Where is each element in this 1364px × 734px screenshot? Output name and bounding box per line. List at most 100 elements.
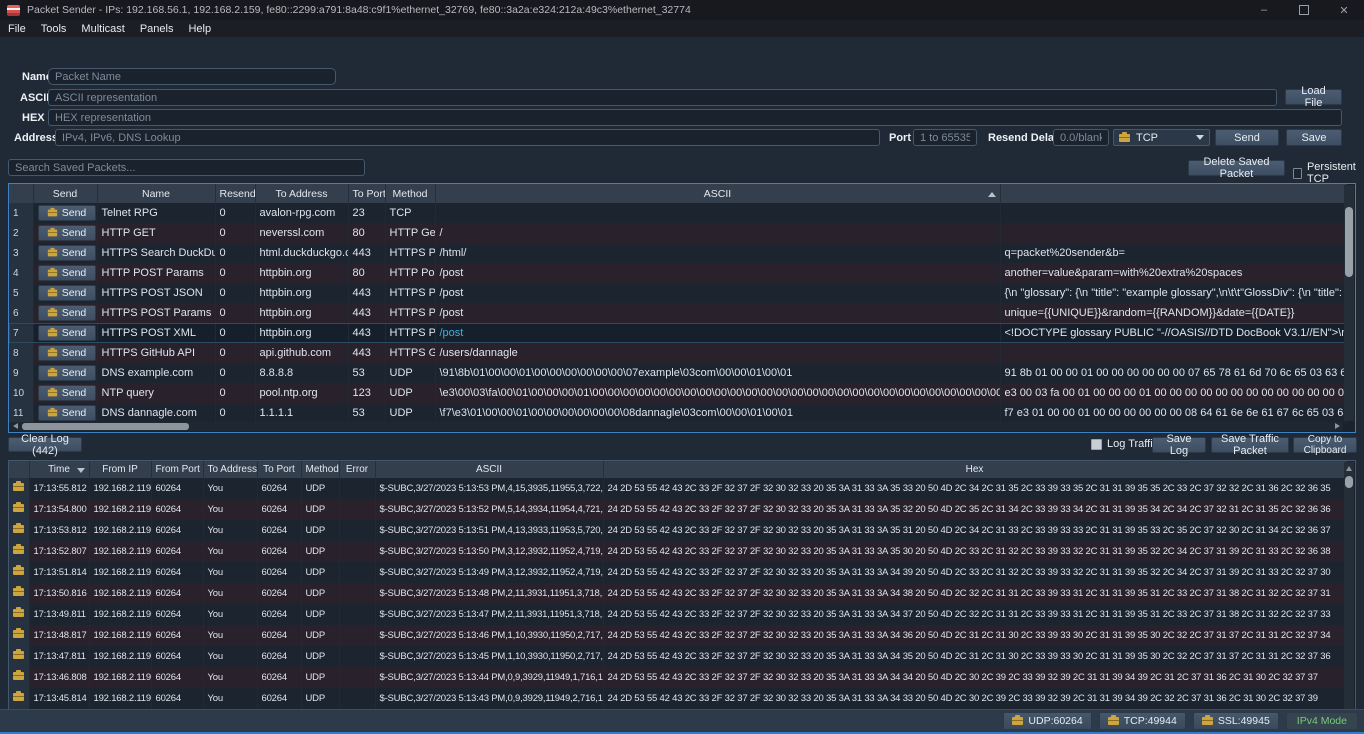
log-col-header-from-port[interactable]: From Port — [151, 461, 203, 478]
log-row-icon-cell[interactable] — [9, 541, 29, 562]
cell-ascii[interactable]: \91\8b\01\00\00\01\00\00\00\00\00\00\07e… — [435, 363, 1000, 383]
cell-method[interactable]: HTTPS Get — [385, 343, 435, 363]
send-cell[interactable]: Send — [33, 343, 97, 363]
cell-method[interactable]: UDP — [301, 520, 339, 541]
search-saved-packets-input[interactable] — [8, 159, 365, 176]
cell-name[interactable]: HTTPS POST XML — [97, 323, 215, 343]
scrollbar-thumb[interactable] — [22, 423, 189, 430]
clear-log-button[interactable]: Clear Log (442) — [8, 437, 82, 452]
cell-time[interactable]: 17:13:50.816 — [29, 583, 89, 604]
cell-method[interactable]: UDP — [301, 499, 339, 520]
cell-hex[interactable]: {\n "glossary": {\n "title": "example gl… — [1000, 283, 1346, 303]
log-col-header-time[interactable]: Time — [29, 461, 89, 478]
cell-method[interactable]: UDP — [301, 667, 339, 688]
row-number[interactable]: 11 — [9, 403, 33, 423]
log-col-header-error[interactable]: Error — [339, 461, 375, 478]
send-cell[interactable]: Send — [33, 303, 97, 323]
cell-to-port[interactable]: 60264 — [257, 499, 301, 520]
cell-name[interactable]: DNS dannagle.com — [97, 403, 215, 423]
close-button[interactable]: ✕ — [1324, 0, 1364, 20]
cell-to-port[interactable]: 443 — [348, 243, 385, 263]
cell-to-port[interactable]: 60264 — [257, 604, 301, 625]
load-file-button[interactable]: Load File — [1285, 89, 1342, 105]
saved-packet-row[interactable]: 8SendHTTPS GitHub API0api.github.com443H… — [9, 343, 1346, 363]
scrollbar-thumb[interactable] — [1345, 207, 1353, 277]
cell-error[interactable] — [339, 562, 375, 583]
log-row-icon-cell[interactable] — [9, 520, 29, 541]
cell-from-ip[interactable]: 192.168.2.119 — [89, 625, 151, 646]
menu-panels[interactable]: Panels — [140, 23, 174, 35]
cell-to-address[interactable]: You — [203, 625, 257, 646]
cell-hex[interactable]: 24 2D 53 55 42 43 2C 33 2F 32 37 2F 32 3… — [603, 667, 1346, 688]
cell-ascii[interactable]: \e3\00\03\fa\00\01\00\00\00\01\00\00\00\… — [435, 383, 1000, 403]
cell-hex[interactable]: e3 00 03 fa 00 01 00 00 00 01 00 00 00 0… — [1000, 383, 1346, 403]
udp-status-button[interactable]: UDP:60264 — [1003, 712, 1091, 730]
cell-from-port[interactable]: 60264 — [151, 478, 203, 499]
cell-hex[interactable]: 24 2D 53 55 42 43 2C 33 2F 32 37 2F 32 3… — [603, 604, 1346, 625]
log-row-icon-cell[interactable] — [9, 667, 29, 688]
cell-to-address[interactable]: You — [203, 478, 257, 499]
cell-time[interactable]: 17:13:55.812 — [29, 478, 89, 499]
address-input[interactable] — [55, 129, 880, 146]
protocol-select[interactable]: TCP — [1113, 129, 1210, 146]
cell-from-port[interactable]: 60264 — [151, 499, 203, 520]
cell-to-address[interactable]: You — [203, 646, 257, 667]
row-number[interactable]: 10 — [9, 383, 33, 403]
cell-to-address[interactable]: 1.1.1.1 — [255, 403, 348, 423]
cell-resend[interactable]: 0 — [215, 303, 255, 323]
cell-to-port[interactable]: 53 — [348, 363, 385, 383]
cell-to-address[interactable]: You — [203, 604, 257, 625]
cell-to-address[interactable]: You — [203, 541, 257, 562]
cell-method[interactable]: UDP — [385, 403, 435, 423]
log-col-header-hex[interactable]: Hex — [603, 461, 1346, 478]
row-number[interactable]: 9 — [9, 363, 33, 383]
row-send-button[interactable]: Send — [38, 305, 96, 321]
log-row-icon-cell[interactable] — [9, 688, 29, 709]
cell-method[interactable]: UDP — [301, 625, 339, 646]
cell-name[interactable]: DNS example.com — [97, 363, 215, 383]
cell-to-address[interactable]: You — [203, 520, 257, 541]
send-button[interactable]: Send — [1215, 129, 1279, 146]
cell-hex[interactable]: <!DOCTYPE glossary PUBLIC "-//OASIS//DTD… — [1000, 323, 1346, 343]
cell-name[interactable]: HTTP GET — [97, 223, 215, 243]
saved-packet-row[interactable]: 6SendHTTPS POST Params0httpbin.org443HTT… — [9, 303, 1346, 323]
cell-resend[interactable]: 0 — [215, 343, 255, 363]
row-number[interactable]: 2 — [9, 223, 33, 243]
cell-resend[interactable]: 0 — [215, 403, 255, 423]
scrollbar-thumb[interactable] — [1345, 476, 1353, 488]
cell-method[interactable]: UDP — [301, 688, 339, 709]
cell-method[interactable]: HTTPS Post — [385, 283, 435, 303]
save-button[interactable]: Save — [1286, 129, 1342, 146]
cell-to-address[interactable]: You — [203, 562, 257, 583]
scroll-right-icon[interactable] — [1335, 423, 1340, 429]
cell-ascii[interactable]: /post — [435, 323, 1000, 343]
cell-method[interactable]: HTTP Get — [385, 223, 435, 243]
cell-resend[interactable]: 0 — [215, 363, 255, 383]
log-row-icon-cell[interactable] — [9, 478, 29, 499]
saved-packets-table[interactable]: SendNameResendTo AddressTo PortMethodASC… — [8, 183, 1356, 433]
cell-hex[interactable]: q=packet%20sender&b= — [1000, 243, 1346, 263]
row-number[interactable]: 3 — [9, 243, 33, 263]
cell-ascii[interactable]: $-SUBC,3/27/2023 5:13:50 PM,3,12,3932,11… — [375, 541, 603, 562]
cell-ascii[interactable]: $-SUBC,3/27/2023 5:13:44 PM,0,9,3929,119… — [375, 667, 603, 688]
cell-from-port[interactable]: 60264 — [151, 688, 203, 709]
cell-ascii[interactable]: \f7\e3\01\00\00\01\00\00\00\00\00\00\08d… — [435, 403, 1000, 423]
cell-hex[interactable]: 24 2D 53 55 42 43 2C 33 2F 32 37 2F 32 3… — [603, 583, 1346, 604]
cell-hex[interactable]: 24 2D 53 55 42 43 2C 33 2F 32 37 2F 32 3… — [603, 625, 1346, 646]
send-cell[interactable]: Send — [33, 283, 97, 303]
row-send-button[interactable]: Send — [38, 365, 96, 381]
cell-from-port[interactable]: 60264 — [151, 604, 203, 625]
cell-ascii[interactable]: $-SUBC,3/27/2023 5:13:45 PM,1,10,3930,11… — [375, 646, 603, 667]
send-cell[interactable]: Send — [33, 203, 97, 223]
cell-resend[interactable]: 0 — [215, 223, 255, 243]
saved-col-header-ascii[interactable]: ASCII — [435, 184, 1000, 203]
menu-file[interactable]: File — [8, 23, 26, 35]
saved-packet-row[interactable]: 1SendTelnet RPG0avalon-rpg.com23TCP — [9, 203, 1346, 223]
cell-time[interactable]: 17:13:47.811 — [29, 646, 89, 667]
ip-mode-button[interactable]: IPv4 Mode — [1286, 712, 1358, 730]
send-cell[interactable]: Send — [33, 243, 97, 263]
cell-from-ip[interactable]: 192.168.2.119 — [89, 604, 151, 625]
saved-col-header-method[interactable]: Method — [385, 184, 435, 203]
cell-name[interactable]: HTTPS GitHub API — [97, 343, 215, 363]
row-send-button[interactable]: Send — [38, 285, 96, 301]
